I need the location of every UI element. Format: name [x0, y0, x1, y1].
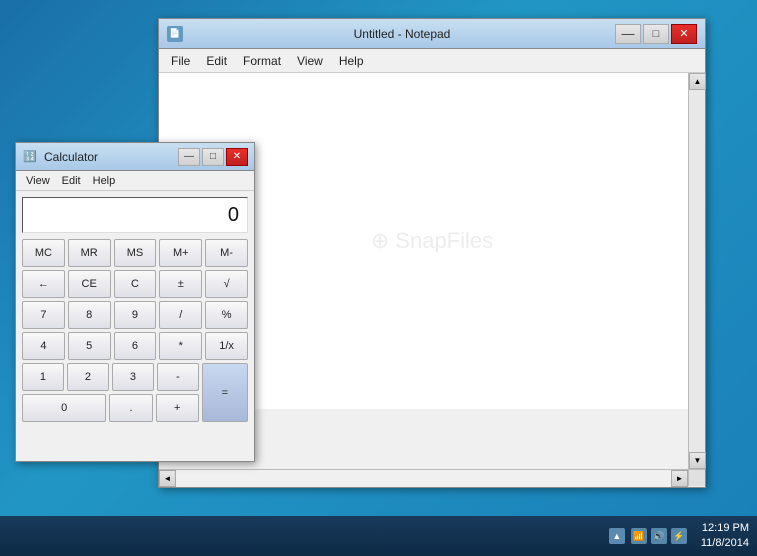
calculator-menu-edit[interactable]: Edit: [56, 174, 87, 188]
taskbar-time: 12:19 PM: [701, 521, 749, 536]
notepad-titlebar: 📄 Untitled - Notepad — □ ✕: [159, 19, 705, 49]
btn-c[interactable]: C: [114, 270, 157, 298]
calculator-menu-view[interactable]: View: [20, 174, 56, 188]
scrollbar-corner: [688, 469, 705, 486]
taskbar-system-icons: 📶 🔊 ⚡: [631, 528, 687, 544]
calculator-close-button[interactable]: ✕: [226, 148, 248, 166]
btn-mr[interactable]: MR: [68, 239, 111, 267]
btn-percent[interactable]: %: [205, 301, 248, 329]
calculator-buttons: MC MR MS M+ M- ← CE C ± √ 7 8 9 / % 4 5 …: [16, 239, 254, 428]
btn-plusminus[interactable]: ±: [159, 270, 202, 298]
btn-ms[interactable]: MS: [114, 239, 157, 267]
calculator-numpad-col: 1 2 3 - 0 . +: [22, 363, 199, 422]
calculator-row2: 7 8 9 / %: [22, 301, 248, 329]
notepad-menu-format[interactable]: Format: [235, 52, 289, 70]
scrollbar-left-button[interactable]: ◄: [159, 470, 176, 487]
calculator-minimize-button[interactable]: —: [178, 148, 200, 166]
btn-mc[interactable]: MC: [22, 239, 65, 267]
watermark-symbol: ⊕: [371, 228, 389, 254]
notification-arrow: ▲: [612, 531, 621, 541]
btn-8[interactable]: 8: [68, 301, 111, 329]
taskbar-network-icon[interactable]: 📶: [631, 528, 647, 544]
btn-equals[interactable]: =: [202, 363, 248, 422]
taskbar-clock[interactable]: 12:19 PM 11/8/2014: [701, 521, 749, 552]
calculator-display: 0: [22, 197, 248, 233]
calculator-maximize-button[interactable]: □: [202, 148, 224, 166]
btn-6[interactable]: 6: [114, 332, 157, 360]
notepad-menu-edit[interactable]: Edit: [198, 52, 235, 70]
btn-3[interactable]: 3: [112, 363, 154, 391]
scrollbar-up-button[interactable]: ▲: [689, 73, 706, 90]
calculator-row4a: 1 2 3 -: [22, 363, 199, 391]
btn-4[interactable]: 4: [22, 332, 65, 360]
taskbar-battery-icon[interactable]: ⚡: [671, 528, 687, 544]
calculator-menu-help[interactable]: Help: [87, 174, 122, 188]
calculator-menubar: View Edit Help: [16, 171, 254, 191]
notepad-menu-help[interactable]: Help: [331, 52, 372, 70]
btn-multiply[interactable]: *: [159, 332, 202, 360]
btn-0[interactable]: 0: [22, 394, 106, 422]
notepad-minimize-button[interactable]: —: [615, 24, 641, 44]
btn-9[interactable]: 9: [114, 301, 157, 329]
btn-reciprocal[interactable]: 1/x: [205, 332, 248, 360]
btn-ce[interactable]: CE: [68, 270, 111, 298]
calculator-titlebar: 🔢 Calculator — □ ✕: [16, 143, 254, 171]
taskbar-volume-icon[interactable]: 🔊: [651, 528, 667, 544]
scrollbar-down-button[interactable]: ▼: [689, 452, 706, 469]
calculator-window-controls: — □ ✕: [178, 148, 248, 166]
taskbar: ▲ 📶 🔊 ⚡ 12:19 PM 11/8/2014: [0, 516, 757, 556]
notepad-menu-view[interactable]: View: [289, 52, 331, 70]
watermark-text: SnapFiles: [395, 228, 493, 254]
notepad-scrollbar-horizontal[interactable]: ◄ ►: [159, 469, 688, 486]
btn-backspace[interactable]: ←: [22, 270, 65, 298]
notepad-maximize-button[interactable]: □: [643, 24, 669, 44]
notepad-scrollbar-vertical[interactable]: ▲ ▼: [688, 73, 705, 469]
taskbar-notification-icon[interactable]: ▲: [609, 528, 625, 544]
watermark: ⊕ SnapFiles: [371, 228, 493, 254]
btn-decimal[interactable]: .: [109, 394, 152, 422]
btn-mplus[interactable]: M+: [159, 239, 202, 267]
btn-2[interactable]: 2: [67, 363, 109, 391]
notepad-icon: 📄: [167, 26, 183, 42]
btn-mminus[interactable]: M-: [205, 239, 248, 267]
calculator-memory-row: MC MR MS M+ M-: [22, 239, 248, 267]
btn-5[interactable]: 5: [68, 332, 111, 360]
scrollbar-right-button[interactable]: ►: [671, 470, 688, 487]
calculator-row5a: 0 . +: [22, 394, 199, 422]
notepad-menu-file[interactable]: File: [163, 52, 198, 70]
taskbar-right: ▲ 📶 🔊 ⚡ 12:19 PM 11/8/2014: [609, 521, 749, 552]
calculator-title: Calculator: [44, 150, 178, 164]
notepad-close-button[interactable]: ✕: [671, 24, 697, 44]
notepad-menubar: File Edit Format View Help: [159, 49, 705, 73]
notepad-title: Untitled - Notepad: [189, 27, 615, 41]
calculator-row1: ← CE C ± √: [22, 270, 248, 298]
calculator-row3: 4 5 6 * 1/x: [22, 332, 248, 360]
btn-subtract[interactable]: -: [157, 363, 199, 391]
calculator-icon: 🔢: [22, 149, 38, 165]
taskbar-date: 11/8/2014: [701, 536, 749, 551]
calculator-row4: 1 2 3 - 0 . + =: [22, 363, 248, 422]
btn-add[interactable]: +: [156, 394, 199, 422]
btn-1[interactable]: 1: [22, 363, 64, 391]
btn-divide[interactable]: /: [159, 301, 202, 329]
btn-sqrt[interactable]: √: [205, 270, 248, 298]
notepad-window-controls: — □ ✕: [615, 24, 697, 44]
calculator-window[interactable]: 🔢 Calculator — □ ✕ View Edit Help 0 MC M…: [15, 142, 255, 462]
btn-7[interactable]: 7: [22, 301, 65, 329]
scrollbar-track-v[interactable]: [689, 90, 705, 452]
